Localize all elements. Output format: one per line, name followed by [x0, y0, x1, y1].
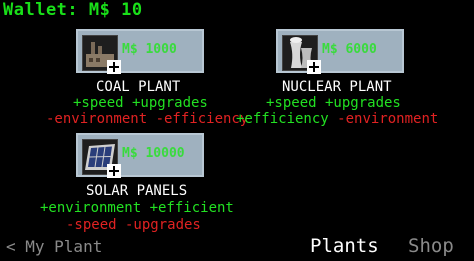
wallet-balance: Wallet: M$ 10	[3, 0, 143, 20]
solar-panels-title: SOLAR PANELS	[86, 183, 188, 199]
add-icon	[107, 164, 121, 178]
solar-panels-cons: -speed -upgrades	[66, 217, 201, 233]
coal-plant-pros: +speed +upgrades	[73, 95, 208, 111]
nuclear-plant-title: NUCLEAR PLANT	[282, 79, 392, 95]
add-icon	[307, 60, 321, 74]
nuclear-plant-icon	[282, 35, 321, 74]
coal-plant-icon	[82, 35, 121, 74]
back-to-my-plant-link[interactable]: < My Plant	[6, 237, 102, 256]
nuclear-plant-extra-pro: +efficiency	[236, 111, 329, 127]
nuclear-plant-pros: +speed +upgrades	[266, 95, 401, 111]
solar-panel-icon	[82, 139, 121, 178]
tab-shop[interactable]: Shop	[408, 235, 454, 257]
solar-panels-pros: +environment +efficient	[40, 200, 234, 216]
nuclear-plant-price: M$ 6000	[322, 42, 377, 57]
buy-nuclear-plant-button[interactable]: M$ 6000	[276, 29, 404, 74]
nuclear-plant-tradeoffs: +efficiency -environment	[236, 111, 438, 127]
coal-plant-price: M$ 1000	[122, 42, 177, 57]
nuclear-plant-extra-con: -environment	[337, 111, 439, 127]
tab-plants[interactable]: Plants	[310, 235, 379, 257]
coal-plant-cons: -environment -efficiency	[46, 111, 249, 127]
buy-coal-plant-button[interactable]: M$ 1000	[76, 29, 204, 74]
add-icon	[107, 60, 121, 74]
coal-plant-title: COAL PLANT	[96, 79, 181, 95]
solar-panels-price: M$ 10000	[122, 146, 185, 161]
buy-solar-panels-button[interactable]: M$ 10000	[76, 133, 204, 178]
